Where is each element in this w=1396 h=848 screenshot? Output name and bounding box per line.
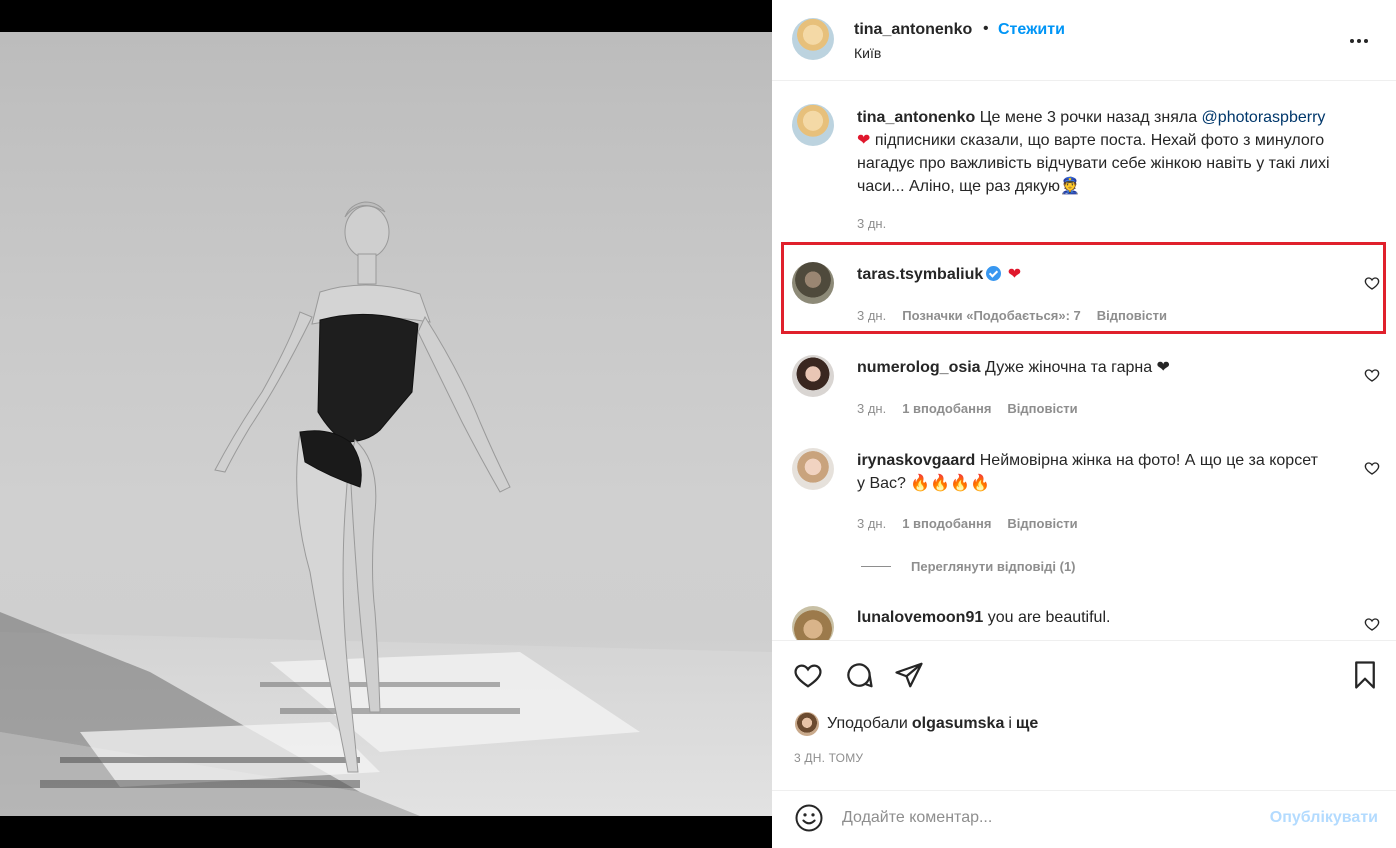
comment-icon[interactable]	[844, 660, 874, 690]
comment-avatar[interactable]	[792, 606, 834, 640]
comment-like-heart-icon[interactable]	[1364, 275, 1380, 291]
comment-bar: Опублікувати	[772, 790, 1396, 848]
reply-button[interactable]: Відповісти	[1097, 308, 1167, 323]
photo-shadow	[40, 780, 360, 788]
likes-summary: Уподобали olgasumska і ще	[795, 712, 1042, 736]
comment-input[interactable]	[842, 806, 1242, 830]
comment-like-heart-icon[interactable]	[1364, 616, 1380, 632]
author-avatar[interactable]	[792, 18, 834, 60]
reply-button[interactable]: Відповісти	[1007, 516, 1077, 531]
comment-clip: lunalovemoon91 you are beautiful.	[772, 590, 1396, 640]
police-emoji: 👮	[1060, 178, 1080, 195]
comment-avatar[interactable]	[792, 262, 834, 304]
comment: lunalovemoon91 you are beautiful.	[857, 606, 1327, 629]
post-header: tina_antonenko • Стежити Київ	[772, 0, 1396, 80]
photo-shadow	[60, 757, 360, 763]
header-divider	[772, 80, 1396, 81]
comment-text: you are beautiful.	[987, 609, 1111, 626]
comment: irynaskovgaard Неймовірна жінка на фото!…	[857, 449, 1327, 495]
comment-username[interactable]: irynaskovgaard	[857, 452, 975, 469]
comment-like-heart-icon[interactable]	[1364, 367, 1380, 383]
caption-text-1: Це мене 3 рочки назад зняла	[979, 109, 1198, 126]
view-replies-button[interactable]: Переглянути відповіді (1)	[861, 559, 1076, 574]
photo-shadow	[260, 682, 500, 687]
share-icon[interactable]	[894, 660, 924, 690]
comment-likes[interactable]: Позначки «Подобається»: 7	[902, 308, 1081, 323]
bookmark-icon[interactable]	[1350, 660, 1380, 690]
caption-text-2: підписники сказали, що варте поста. Неха…	[857, 132, 1330, 195]
post-location[interactable]: Київ	[854, 45, 881, 61]
likes-middle: і	[1008, 715, 1012, 732]
action-bar	[772, 654, 1396, 698]
publish-button[interactable]: Опублікувати	[1270, 809, 1378, 827]
comment-likes[interactable]: 1 вподобання	[902, 401, 991, 416]
caption-username[interactable]: tina_antonenko	[857, 109, 975, 126]
liker-avatar[interactable]	[795, 712, 819, 736]
replies-line	[861, 566, 891, 567]
comment-meta: 3 дн. 1 вподобання Відповісти	[857, 401, 1078, 416]
heart-icon[interactable]	[793, 660, 823, 690]
author-username[interactable]: tina_antonenko	[854, 21, 972, 39]
post-media[interactable]	[0, 0, 772, 848]
comment-text: Дуже жіночна та гарна ❤	[985, 359, 1170, 376]
comment-like-heart-icon[interactable]	[1364, 460, 1380, 476]
comment-time[interactable]: 3 дн.	[857, 516, 886, 531]
actions-divider	[772, 640, 1396, 641]
comment-avatar[interactable]	[792, 448, 834, 490]
comment-meta: 3 дн. 1 вподобання Відповісти	[857, 516, 1078, 531]
follow-button[interactable]: Стежити	[998, 21, 1065, 39]
comment-time[interactable]: 3 дн.	[857, 308, 886, 323]
comment-likes[interactable]: 1 вподобання	[902, 516, 991, 531]
post-photo[interactable]	[0, 32, 772, 816]
photo-shadow	[280, 708, 520, 714]
post-side-panel: tina_antonenko • Стежити Київ tina_anton…	[772, 0, 1396, 848]
post-time[interactable]: 3 ДН. ТОМУ	[794, 751, 863, 765]
photo-illustration	[0, 201, 772, 816]
likes-prefix: Уподобали	[827, 715, 908, 732]
comment-username[interactable]: numerolog_osia	[857, 359, 981, 376]
caption-mention[interactable]: @photoraspberry	[1202, 109, 1326, 126]
comment-username[interactable]: lunalovemoon91	[857, 609, 983, 626]
comment: numerolog_osia Дуже жіночна та гарна ❤	[857, 356, 1327, 379]
comment-avatar[interactable]	[792, 355, 834, 397]
comment-time[interactable]: 3 дн.	[857, 401, 886, 416]
smiley-icon[interactable]	[794, 803, 824, 833]
comment-text: ❤	[1007, 266, 1022, 283]
comment: taras.tsymbaliuk ❤	[857, 263, 1327, 286]
likes-more-link[interactable]: ще	[1016, 715, 1038, 733]
caption-avatar[interactable]	[792, 104, 834, 146]
reply-button[interactable]: Відповісти	[1007, 401, 1077, 416]
caption: tina_antonenko Це мене 3 рочки назад зня…	[857, 106, 1337, 198]
liker-username[interactable]: olgasumska	[912, 715, 1004, 733]
view-replies-label: Переглянути відповіді (1)	[911, 559, 1076, 574]
comment-meta: 3 дн. Позначки «Подобається»: 7 Відповіс…	[857, 308, 1167, 323]
caption-time[interactable]: 3 дн.	[857, 216, 886, 231]
comment-username[interactable]: taras.tsymbaliuk	[857, 266, 983, 283]
heart-emoji: ❤	[857, 132, 871, 149]
verified-badge-icon	[986, 266, 1002, 281]
caption-meta: 3 дн.	[857, 216, 886, 231]
separator-dot: •	[983, 20, 989, 37]
more-options-icon[interactable]	[1350, 34, 1374, 48]
